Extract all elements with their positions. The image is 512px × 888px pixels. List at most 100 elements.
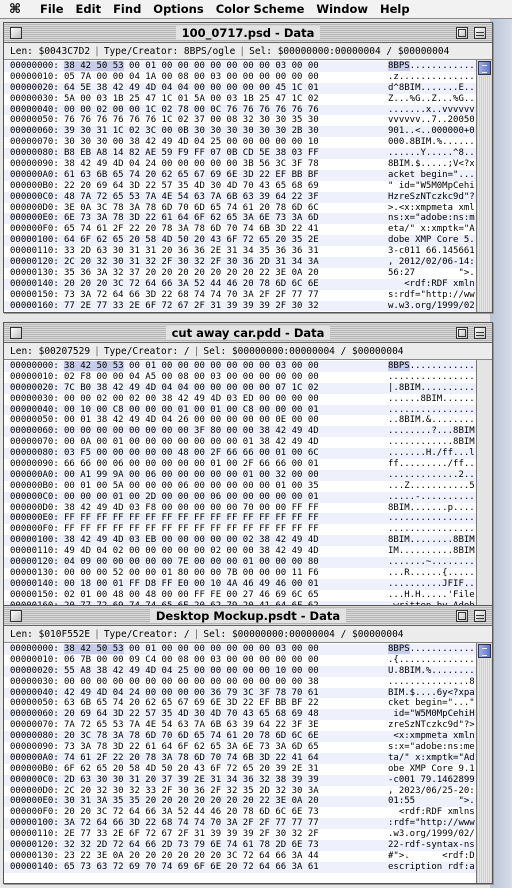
row-hex-bytes[interactable]: 64 6F 62 65 20 58 4D 50 20 43 6F 72 65 2…: [64, 235, 388, 246]
row-ascii[interactable]: .z..............: [388, 72, 475, 83]
hex-rows[interactable]: 00000000: 38 42 50 53 00 01 00 00 00 00 0…: [4, 60, 476, 312]
hex-row[interactable]: 00000120: 04 09 00 00 00 00 00 7E 00 00 0…: [4, 557, 476, 568]
collapse-box-icon[interactable]: [474, 610, 486, 622]
row-hex-bytes[interactable]: 00 00 02 00 00 1C 02 78 00 0C 76 76 76 7…: [64, 105, 388, 116]
row-hex-bytes[interactable]: 33 2D 63 30 31 31 20 36 36 2E 31 34 35 3…: [64, 246, 388, 257]
row-hex-bytes[interactable]: 20 20 3C 72 64 66 3A 52 44 46 20 78 6D 6…: [64, 807, 388, 818]
row-hex-bytes[interactable]: 30 31 3A 35 35 20 20 20 20 20 20 20 22 3…: [64, 796, 388, 807]
hex-row[interactable]: 00000090: 66 66 00 06 00 00 00 00 00 01 0…: [4, 459, 476, 470]
hex-row[interactable]: 000000A0: 74 61 2F 22 20 78 3A 78 6D 70 7…: [4, 752, 476, 764]
hex-row[interactable]: 00000000: 38 42 50 53 00 01 00 00 00 00 0…: [4, 361, 476, 372]
scroll-thumb[interactable]: [478, 61, 491, 75]
row-ascii[interactable]: s:x="adobe:ns:me: [388, 742, 475, 753]
hex-row[interactable]: 000000F0: 65 74 61 2F 22 20 78 3A 78 6D 7…: [4, 224, 476, 235]
hex-row[interactable]: 00000120: 2C 20 32 30 31 32 2F 30 32 2F 3…: [4, 257, 476, 268]
hex-row[interactable]: 00000150: 02 01 00 48 00 48 00 00 FF FE 0…: [4, 590, 476, 601]
hex-row[interactable]: 00000040: 00 10 00 C8 00 00 00 01 00 01 0…: [4, 404, 476, 416]
row-ascii[interactable]: 56:27 ">.: [388, 268, 475, 279]
row-hex-bytes[interactable]: 76 76 76 76 76 76 1C 02 37 00 08 32 30 3…: [64, 115, 388, 126]
row-hex-bytes[interactable]: B8 EB A8 14 82 AE 59 F9 FF 07 0B CD 5E 3…: [64, 148, 388, 159]
hex-row[interactable]: 00000140: 20 20 20 3C 72 64 66 3A 52 44 4…: [4, 278, 476, 290]
row-ascii[interactable]: , 2012/02/06-14:: [388, 257, 475, 268]
hex-row[interactable]: 00000000: 38 42 50 53 00 01 00 00 00 00 0…: [4, 61, 476, 72]
row-hex-bytes[interactable]: 00 00 02 00 02 00 38 42 49 4D 03 ED 00 0…: [64, 394, 388, 405]
row-ascii[interactable]: .............2..: [388, 470, 475, 481]
hex-row[interactable]: 00000130: 23 22 3E 0A 20 20 20 20 20 20 3…: [4, 851, 476, 862]
row-hex-bytes[interactable]: 38 42 49 4D 03 F8 00 00 00 00 00 70 00 0…: [64, 503, 388, 514]
hex-row[interactable]: 00000080: 03 F5 00 00 00 00 00 48 00 2F 6…: [4, 448, 476, 460]
hex-row[interactable]: 00000040: 42 49 4D 04 24 00 00 00 00 36 7…: [4, 687, 476, 699]
row-hex-bytes[interactable]: 38 42 50 53 00 01 00 00 00 00 00 00 00 0…: [64, 61, 388, 72]
row-ascii[interactable]: id="W5M0MpCehiH: [388, 709, 474, 720]
row-ascii[interactable]: >.<x:xmpmeta xml: [388, 203, 475, 214]
row-hex-bytes[interactable]: 65 74 61 2F 22 20 78 3A 78 6D 70 74 6B 3…: [64, 224, 388, 235]
hex-rows[interactable]: 00000000: 38 42 50 53 00 01 00 00 00 00 0…: [4, 360, 476, 608]
hex-row[interactable]: 00000160: 77 2E 77 33 2E 6F 72 67 2F 31 3…: [4, 300, 476, 312]
row-hex-bytes[interactable]: 32 32 2D 72 64 66 2D 73 79 6E 74 61 78 2…: [64, 840, 388, 851]
row-ascii[interactable]: ................: [388, 372, 475, 383]
hex-row[interactable]: 000000C0: 00 00 00 01 00 2D 00 00 00 06 0…: [4, 491, 476, 503]
row-hex-bytes[interactable]: 20 3C 78 3A 78 6D 70 6D 65 74 61 20 78 6…: [64, 731, 388, 742]
row-ascii[interactable]: zreSzNTczkc9d"?>: [388, 720, 475, 731]
hex-row[interactable]: 00000020: 64 5E 38 42 49 4D 04 04 00 00 0…: [4, 82, 476, 94]
hex-row[interactable]: 00000020: 55 A8 38 42 49 4D 04 25 00 00 0…: [4, 665, 476, 677]
row-ascii[interactable]: <rdf:RDF xmlns: [388, 807, 475, 818]
row-ascii[interactable]: ......8BIM......: [388, 394, 475, 405]
hex-row[interactable]: 00000140: 65 73 63 72 69 70 74 69 6F 6E 2…: [4, 861, 476, 873]
apple-menu-icon[interactable]: ⌘: [0, 2, 30, 17]
row-ascii[interactable]: 22-rdf-syntax-ns: [388, 840, 475, 851]
row-hex-bytes[interactable]: 6F 62 65 20 58 4D 50 20 43 6F 72 65 20 3…: [64, 764, 388, 775]
row-ascii[interactable]: 3-c011 66.145661: [388, 246, 475, 257]
row-hex-bytes[interactable]: FF FF FF FF FF FF FF FF FF FF FF FF FF F…: [64, 524, 388, 535]
row-ascii[interactable]: dobe XMP Core 5.: [388, 235, 475, 246]
row-hex-bytes[interactable]: 38 42 50 53 00 01 00 00 00 00 00 00 00 0…: [64, 644, 388, 655]
row-ascii[interactable]: .w3.org/1999/02/: [388, 829, 475, 840]
hex-row[interactable]: 000000B0: 00 01 00 5A 00 00 00 06 00 00 0…: [4, 481, 476, 492]
row-ascii[interactable]: 8BIM........8BIM: [388, 535, 475, 546]
row-ascii[interactable]: .......~........: [388, 557, 475, 568]
row-hex-bytes[interactable]: 02 01 00 48 00 48 00 00 FF FE 00 27 46 6…: [64, 590, 388, 601]
vertical-scrollbar[interactable]: [476, 643, 492, 883]
row-ascii[interactable]: 000.8BIM.%......: [388, 137, 475, 148]
collapse-box-icon[interactable]: [474, 27, 486, 39]
hex-rows[interactable]: 00000000: 38 42 50 53 00 01 00 00 00 00 0…: [4, 643, 476, 883]
row-hex-bytes[interactable]: 00 00 00 01 00 2D 00 00 00 06 00 00 00 0…: [64, 492, 388, 503]
hex-row[interactable]: 00000050: 00 01 38 42 49 4D 04 26 00 00 0…: [4, 415, 476, 426]
row-hex-bytes[interactable]: 38 42 49 4D 04 24 00 00 00 00 00 3B 56 3…: [64, 159, 388, 170]
row-ascii[interactable]: ..8BIM.&........: [388, 415, 475, 426]
scroll-thumb[interactable]: [478, 644, 491, 658]
row-ascii[interactable]: .......x..vvvvvv: [388, 105, 475, 116]
row-hex-bytes[interactable]: 66 66 00 06 00 00 00 00 00 01 00 2F 66 6…: [64, 459, 388, 470]
row-hex-bytes[interactable]: 00 10 00 C8 00 00 00 01 00 01 00 C8 00 0…: [64, 405, 388, 416]
scroll-track[interactable]: [477, 659, 492, 883]
row-hex-bytes[interactable]: 20 20 20 3C 72 64 66 3A 52 44 46 20 78 6…: [64, 279, 388, 290]
row-ascii[interactable]: Z...%G..Z...%G..: [388, 94, 475, 105]
row-hex-bytes[interactable]: 3E 0A 3C 78 3A 78 6D 70 6D 65 74 61 20 7…: [64, 203, 388, 214]
row-hex-bytes[interactable]: 03 F5 00 00 00 00 00 48 00 2F 66 66 00 0…: [64, 448, 388, 459]
hex-row[interactable]: 00000030: 00 00 02 00 02 00 38 42 49 4D 0…: [4, 394, 476, 405]
hex-row[interactable]: 00000070: 30 30 30 00 38 42 49 4D 04 25 0…: [4, 137, 476, 148]
row-hex-bytes[interactable]: 30 30 30 00 38 42 49 4D 04 25 00 00 00 0…: [64, 137, 388, 148]
hex-row[interactable]: 000000E0: FF FF FF FF FF FF FF FF FF FF F…: [4, 513, 476, 525]
hex-row[interactable]: 000000F0: FF FF FF FF FF FF FF FF FF FF F…: [4, 524, 476, 535]
close-box-icon[interactable]: [10, 327, 22, 339]
hex-row[interactable]: 000000E0: 6E 73 3A 78 3D 22 61 64 6F 62 6…: [4, 213, 476, 225]
close-box-icon[interactable]: [10, 610, 22, 622]
row-hex-bytes[interactable]: 65 73 63 72 69 70 74 69 6F 6E 20 72 64 6…: [64, 862, 388, 873]
row-ascii[interactable]: <rdf:RDF xmln: [388, 279, 474, 290]
row-hex-bytes[interactable]: 22 20 69 64 3D 22 57 35 4D 30 4D 70 43 6…: [64, 181, 388, 192]
row-hex-bytes[interactable]: 3A 72 64 66 3D 22 68 74 74 70 3A 2F 2F 7…: [64, 818, 388, 829]
row-hex-bytes[interactable]: 00 00 00 00 00 00 00 00 00 00 00 00 00 0…: [64, 677, 388, 688]
row-hex-bytes[interactable]: 00 01 00 5A 00 00 00 06 00 00 00 00 00 0…: [64, 481, 388, 492]
hex-row[interactable]: 00000050: 76 76 76 76 76 76 1C 02 37 00 0…: [4, 115, 476, 126]
hex-row[interactable]: 00000050: 63 6B 65 74 20 62 65 67 69 6E 3…: [4, 698, 476, 709]
row-hex-bytes[interactable]: 61 63 6B 65 74 20 62 65 67 69 6E 3D 22 E…: [64, 170, 388, 181]
row-ascii[interactable]: :rdf="http://www: [388, 818, 475, 829]
hex-row[interactable]: 00000080: 20 3C 78 3A 78 6D 70 6D 65 74 6…: [4, 731, 476, 743]
row-ascii[interactable]: w.w3.org/1999/02: [388, 301, 475, 312]
row-ascii[interactable]: 8BPS............: [388, 61, 475, 72]
zoom-box-icon[interactable]: [456, 327, 468, 339]
hex-row[interactable]: 00000060: 39 30 31 1C 02 3C 00 0B 30 30 3…: [4, 126, 476, 138]
window-title-bar[interactable]: Desktop Mockup.psdt - Data: [4, 606, 492, 626]
row-ascii[interactable]: .....-..........: [388, 492, 475, 503]
